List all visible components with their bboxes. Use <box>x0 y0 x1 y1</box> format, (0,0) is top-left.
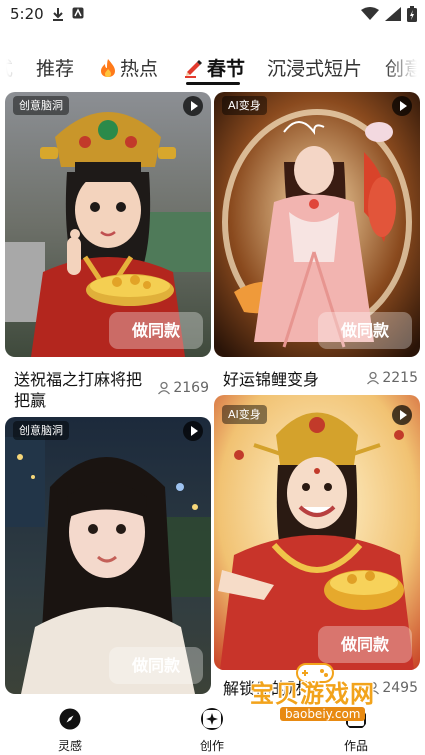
tab-hot-label: 热点 <box>120 58 159 80</box>
active-tab-indicator <box>186 82 240 85</box>
template-card[interactable]: 创意脑洞 做同款 <box>5 417 211 694</box>
usage-count-value: 2215 <box>382 370 418 386</box>
signal-icon <box>385 7 401 21</box>
watermark: 宝贝游戏网 baobeiy.com <box>250 660 400 750</box>
card-usage-count: 2215 <box>366 370 418 386</box>
pencil-icon <box>185 59 202 78</box>
battery-icon <box>407 6 417 22</box>
wifi-icon <box>361 7 379 20</box>
nav-create[interactable]: 创作 <box>182 708 242 754</box>
tab-recommend[interactable]: 推荐 <box>36 54 74 81</box>
tab-immersive-short[interactable]: 沉浸式短片 <box>267 54 362 81</box>
card-thumbnail[interactable]: 创意脑洞 做同款 <box>5 92 211 357</box>
status-time: 5:20 <box>10 5 44 23</box>
download-icon <box>53 8 63 21</box>
usage-count-value: 2169 <box>173 380 209 396</box>
card-title: 好运锦鲤变身 <box>223 370 320 389</box>
watermark-text: 宝贝游戏网 <box>250 680 375 708</box>
compass-icon <box>59 708 81 730</box>
card-badge: AI变身 <box>222 96 267 115</box>
make-same-button[interactable]: 做同款 <box>318 626 412 663</box>
make-same-button[interactable]: 做同款 <box>109 647 203 684</box>
watermark-url: baobeiy.com <box>280 707 366 721</box>
card-thumbnail[interactable]: 创意脑洞 做同款 <box>5 417 211 694</box>
card-thumbnail[interactable]: AI变身 做同款 <box>214 395 420 670</box>
play-icon[interactable] <box>392 405 412 425</box>
sparkle-icon <box>201 708 223 730</box>
user-icon <box>367 371 380 385</box>
app-notification-icon <box>72 7 84 19</box>
template-card[interactable]: AI变身 做同款 好运锦鲤变身 2215 <box>214 92 420 412</box>
template-card[interactable]: AI变身 做同款 解锁你的财 2495 <box>214 395 420 700</box>
nav-label: 创作 <box>199 739 224 753</box>
nav-label: 灵感 <box>57 739 82 753</box>
template-card[interactable]: 创意脑洞 做同款 送祝福之打麻将把把赢 2169 <box>5 92 211 412</box>
nav-inspiration[interactable]: 灵感 <box>40 708 100 754</box>
category-tab-bar: 式 推荐 热点 春节 沉浸式短片 创意 <box>0 42 425 92</box>
card-title: 送祝福之打麻将把把赢 <box>14 370 143 410</box>
play-icon[interactable] <box>392 96 412 116</box>
status-bar: 5:20 <box>0 0 425 30</box>
card-thumbnail[interactable]: AI变身 做同款 <box>214 92 420 357</box>
card-badge: AI变身 <box>222 405 267 424</box>
make-same-button[interactable]: 做同款 <box>318 312 412 349</box>
make-same-button[interactable]: 做同款 <box>109 312 203 349</box>
tab-hot[interactable]: 热点 <box>99 54 158 81</box>
card-badge: 创意脑洞 <box>13 421 69 440</box>
user-icon <box>158 381 171 395</box>
fire-icon <box>101 58 115 77</box>
play-icon[interactable] <box>183 421 203 441</box>
tab-spring-festival-label: 春节 <box>207 58 246 80</box>
tab-spring-festival[interactable]: 春节 <box>184 54 245 81</box>
card-badge: 创意脑洞 <box>13 96 69 115</box>
play-icon[interactable] <box>183 96 203 116</box>
card-usage-count: 2169 <box>157 380 209 396</box>
